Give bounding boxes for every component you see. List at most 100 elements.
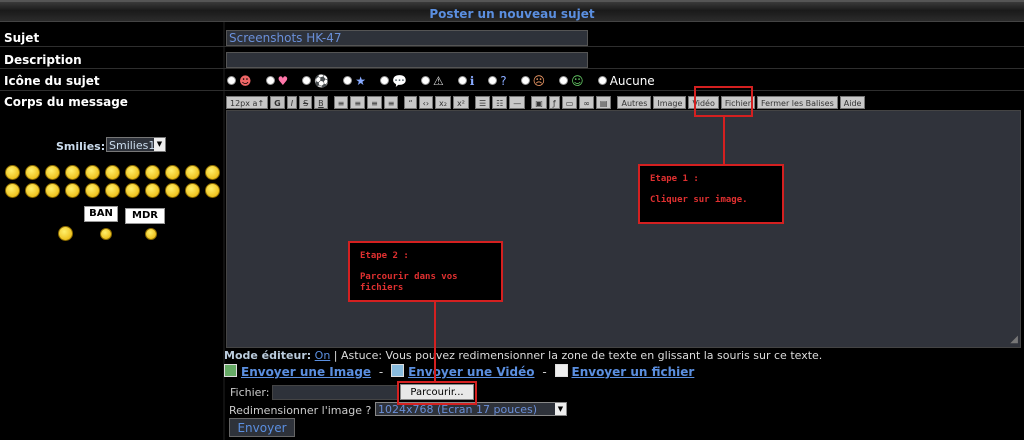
smiley-icon[interactable] bbox=[165, 165, 180, 180]
mdr-sign-text: MDR bbox=[132, 210, 158, 221]
subject-label: Sujet bbox=[4, 31, 40, 45]
editor-mode-line: Mode éditeur: On | Astuce: Vous pouvez r… bbox=[224, 349, 822, 362]
smiley-icon[interactable] bbox=[85, 165, 100, 180]
radio-icon-8[interactable] bbox=[488, 76, 498, 85]
send-file-link[interactable]: Envoyer un fichier bbox=[572, 365, 695, 379]
radio-icon-10[interactable] bbox=[559, 76, 569, 85]
radio-icon-7[interactable] bbox=[457, 76, 467, 85]
radio-icon-2[interactable] bbox=[265, 76, 275, 85]
smiley-icon[interactable] bbox=[205, 165, 220, 180]
radio-icon-3[interactable] bbox=[302, 76, 312, 85]
send-video-link[interactable]: Envoyer une Vidéo bbox=[408, 365, 534, 379]
smiley-icon[interactable] bbox=[85, 183, 100, 198]
file-upload-icon bbox=[554, 364, 568, 377]
face-icon: ☹ bbox=[532, 73, 546, 88]
smilies-selected: Smilies1 bbox=[109, 139, 156, 152]
radio-icon-5[interactable] bbox=[380, 76, 389, 85]
body-label: Corps du message bbox=[4, 95, 128, 109]
strike-button[interactable]: S bbox=[299, 95, 313, 109]
editor-toolbar: 12px a↑ G I S B ≡ ≡ ≡ ≡ “ ‹› x₂ x² ☰ ☷ —… bbox=[226, 95, 867, 109]
message-textarea[interactable]: ◢ bbox=[226, 110, 1021, 348]
smiley-icon[interactable] bbox=[45, 165, 60, 180]
code-icon[interactable]: ‹› bbox=[418, 95, 434, 109]
underline-label: B bbox=[318, 98, 324, 108]
editor-mode-toggle[interactable]: On bbox=[315, 349, 331, 362]
smiley-icon[interactable] bbox=[65, 183, 80, 198]
close-tags-button[interactable]: Fermer les Balises bbox=[757, 95, 838, 109]
icon-label: Icône du sujet bbox=[4, 74, 100, 88]
resize-label: Redimensionner l'image ? bbox=[229, 404, 372, 417]
image-button[interactable]: Image bbox=[653, 95, 687, 109]
editor-mode-label: Mode éditeur: bbox=[224, 349, 312, 362]
mdr-sign-smiley[interactable]: MDR bbox=[125, 208, 165, 224]
smiley-icon[interactable] bbox=[105, 183, 120, 198]
ban-sign-smiley[interactable]: BAN bbox=[84, 206, 118, 222]
radio-icon-6[interactable] bbox=[420, 76, 430, 85]
smiley-icon[interactable] bbox=[205, 183, 220, 198]
align-left-icon[interactable]: ≡ bbox=[333, 95, 349, 109]
hr-icon[interactable]: — bbox=[509, 95, 526, 109]
strike-label: S bbox=[303, 98, 309, 108]
smiley-icon[interactable] bbox=[105, 165, 120, 180]
align-right-icon[interactable]: ≡ bbox=[367, 95, 382, 109]
smiley-icon[interactable] bbox=[145, 183, 160, 198]
insert-image-icon[interactable]: ▣ bbox=[531, 95, 547, 109]
bullet-list-icon[interactable]: ☰ bbox=[474, 95, 491, 109]
youtube-icon[interactable]: ▭ bbox=[561, 95, 578, 109]
smiley-icon[interactable] bbox=[165, 183, 180, 198]
send-image-link[interactable]: Envoyer une Image bbox=[241, 365, 371, 379]
smiley-icon[interactable] bbox=[25, 165, 40, 180]
link-icon[interactable]: ∞ bbox=[579, 95, 594, 109]
flash-icon[interactable]: ƒ bbox=[548, 95, 560, 109]
align-justify-icon[interactable]: ≡ bbox=[383, 95, 399, 109]
radio-icon-none[interactable] bbox=[597, 76, 607, 85]
smilies-select[interactable]: Smilies1 ▼ bbox=[106, 137, 166, 152]
smiley-icon[interactable] bbox=[45, 183, 60, 198]
smiley-icon[interactable] bbox=[65, 165, 80, 180]
page-title: Poster un nouveau sujet bbox=[429, 7, 595, 21]
smiley-icon[interactable] bbox=[185, 165, 200, 180]
question-icon: ? bbox=[500, 73, 507, 88]
smilies-label: Smilies: bbox=[56, 140, 106, 153]
laugh-icon: ☺ bbox=[571, 73, 584, 88]
info-icon: ℹ bbox=[469, 73, 475, 88]
radio-icon-1[interactable] bbox=[227, 76, 236, 85]
submit-button[interactable]: Envoyer bbox=[229, 418, 295, 437]
radio-icon-4[interactable] bbox=[343, 76, 353, 85]
description-input[interactable] bbox=[226, 52, 588, 68]
resize-handle-icon[interactable]: ◢ bbox=[1010, 334, 1018, 345]
aide-button[interactable]: Aide bbox=[839, 95, 866, 109]
thumbs-up-smiley-icon[interactable] bbox=[58, 226, 73, 241]
font-size-button[interactable]: 12px a↑ bbox=[226, 95, 269, 109]
video-upload-icon bbox=[391, 364, 405, 377]
step-1-text: Cliquer sur image. bbox=[650, 195, 748, 205]
underline-button[interactable]: B bbox=[314, 95, 328, 109]
radio-icon-9[interactable] bbox=[520, 76, 530, 85]
file-path-input[interactable] bbox=[272, 385, 398, 400]
sign-holder-smiley-icon[interactable] bbox=[100, 228, 112, 240]
bold-button[interactable]: G bbox=[270, 95, 285, 109]
smiley-icon[interactable] bbox=[145, 165, 160, 180]
connector-line bbox=[723, 117, 725, 165]
smiley-icon[interactable] bbox=[5, 183, 20, 198]
numbered-list-icon[interactable]: ☷ bbox=[492, 95, 508, 109]
subscript-icon[interactable]: x₂ bbox=[435, 95, 451, 109]
smiley-icon[interactable] bbox=[125, 165, 140, 180]
chevron-down-icon: ▼ bbox=[154, 138, 165, 151]
superscript-icon[interactable]: x² bbox=[453, 95, 469, 109]
table-icon[interactable]: ▤ bbox=[595, 95, 612, 109]
align-center-icon[interactable]: ≡ bbox=[350, 95, 366, 109]
smiley-icon[interactable] bbox=[25, 183, 40, 198]
smiley-icon[interactable] bbox=[125, 183, 140, 198]
sign-holder-smiley-icon[interactable] bbox=[145, 228, 157, 240]
subject-input[interactable]: Screenshots HK-47 bbox=[226, 30, 588, 46]
autres-button[interactable]: Autres bbox=[617, 95, 652, 109]
smiley-icon[interactable] bbox=[185, 183, 200, 198]
bold-label: G bbox=[274, 98, 281, 108]
italic-label: I bbox=[290, 98, 294, 108]
smiley-icon[interactable] bbox=[5, 165, 20, 180]
quote-icon[interactable]: “ bbox=[404, 95, 417, 109]
editor-tip: | Astuce: Vous pouvez redimensionner la … bbox=[333, 349, 823, 362]
highlight-image-button bbox=[694, 86, 753, 117]
italic-button[interactable]: I bbox=[286, 95, 298, 109]
